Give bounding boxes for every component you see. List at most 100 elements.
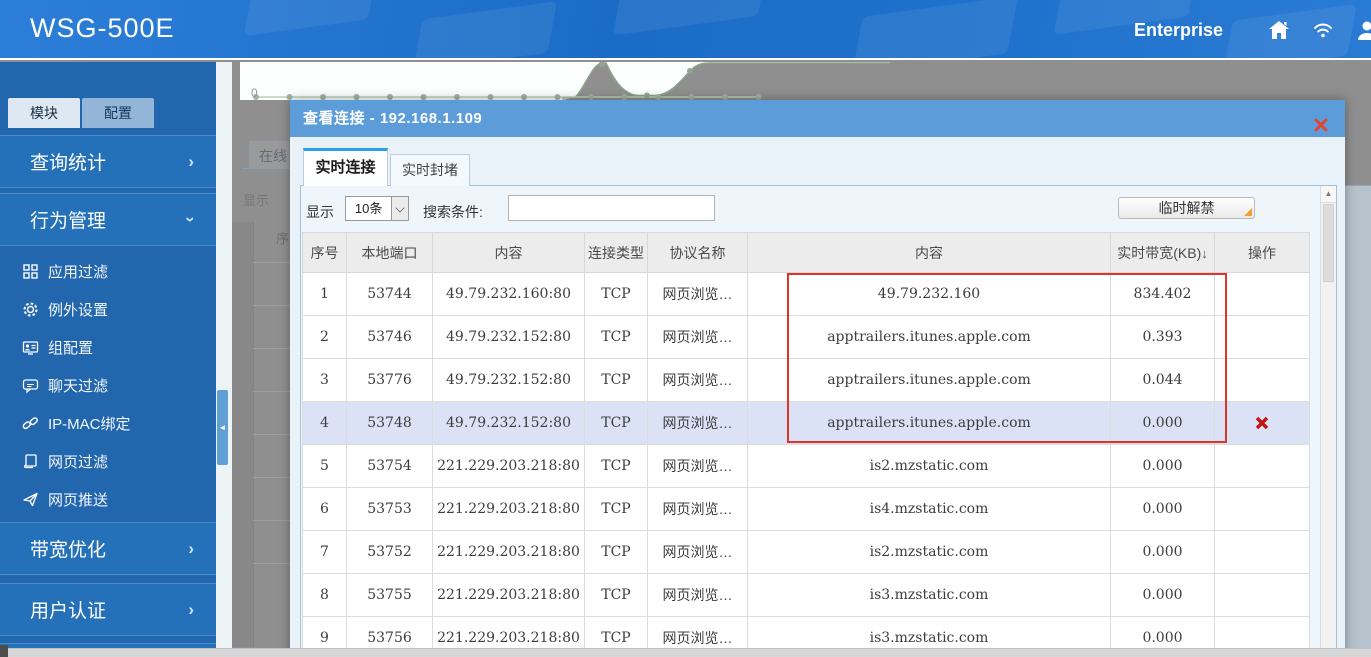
row-port-cell: 53753 bbox=[346, 487, 433, 531]
sidebar-gutter bbox=[216, 62, 232, 657]
row-port-cell: 53748 bbox=[346, 401, 433, 445]
row-local-content-cell: 49.79.232.160:80 bbox=[432, 272, 585, 316]
row-port-cell: 53746 bbox=[346, 315, 433, 359]
row-bandwidth-cell: 0.000 bbox=[1110, 401, 1215, 445]
sidebar-item-chat-filter[interactable]: 聊天过滤 bbox=[0, 366, 216, 404]
row-remote-content-cell: is2.mzstatic.com bbox=[747, 530, 1111, 574]
app-screen: WSG-500E Enterprise 模块 配置 查询统计 › 行为管理 › … bbox=[0, 0, 1371, 657]
table-row[interactable]: 1 53744 49.79.232.160:80 TCP 网页浏览… 49.79.232.… bbox=[302, 272, 1310, 316]
table-row[interactable]: 8 53755 221.229.203.218:80 TCP 网页浏览… is3.mzst… bbox=[302, 573, 1310, 617]
row-seq-cell: 7 bbox=[302, 530, 347, 574]
col-seq: 序号 bbox=[302, 232, 347, 273]
table-row[interactable]: 5 53754 221.229.203.218:80 TCP 网页浏览… is2.mzst… bbox=[302, 444, 1310, 488]
row-action-cell[interactable] bbox=[1214, 401, 1310, 445]
table-row[interactable]: 6 53753 221.229.203.218:80 TCP 网页浏览… is4.mzst… bbox=[302, 487, 1310, 531]
sidebar-item-exception-settings[interactable]: 例外设置 bbox=[0, 290, 216, 328]
sort-descending-icon: ↓ bbox=[1201, 245, 1208, 261]
close-icon[interactable] bbox=[1313, 110, 1329, 132]
sidebar-tab-config[interactable]: 配置 bbox=[82, 98, 154, 128]
row-protocol-cell: 网页浏览… bbox=[647, 487, 748, 531]
row-action-cell bbox=[1214, 358, 1310, 402]
row-action-cell bbox=[1214, 573, 1310, 617]
sidebar-tab-module[interactable]: 模块 bbox=[8, 98, 80, 128]
webpage-icon bbox=[22, 453, 39, 470]
scrollbar-thumb[interactable] bbox=[1323, 204, 1334, 282]
sidebar-section-query-stats[interactable]: 查询统计 › bbox=[0, 135, 216, 188]
page-size-value: 10条 bbox=[354, 201, 383, 216]
product-logo: WSG-500E bbox=[30, 13, 175, 43]
chevron-right-icon: › bbox=[188, 539, 194, 558]
row-port-cell: 53776 bbox=[346, 358, 433, 402]
row-seq-cell: 5 bbox=[302, 444, 347, 488]
collapse-left-icon: ◄ bbox=[218, 423, 227, 432]
row-protocol-cell: 网页浏览… bbox=[647, 573, 748, 617]
dialog-title: 查看连接 - 192.168.1.109 bbox=[303, 110, 483, 127]
connections-table: 序号 本地端口 内容 连接类型 协议名称 内容 实时带宽(KB)↓ 操作 1 53… bbox=[302, 232, 1310, 657]
col-local-port: 本地端口 bbox=[346, 232, 433, 273]
row-bandwidth-cell: 0.000 bbox=[1110, 444, 1215, 488]
select-dropdown-icon bbox=[391, 197, 408, 220]
home-icon[interactable] bbox=[1267, 19, 1291, 41]
tab-realtime-connections[interactable]: 实时连接 bbox=[303, 148, 388, 186]
sidebar-item-web-push[interactable]: 网页推送 bbox=[0, 480, 216, 518]
sidebar-section-behavior-mgmt[interactable]: 行为管理 › bbox=[0, 193, 216, 246]
table-row[interactable]: 4 53748 49.79.232.152:80 TCP 网页浏览… apptrailer… bbox=[302, 401, 1310, 445]
row-port-cell: 53752 bbox=[346, 530, 433, 574]
row-remote-content-cell: 49.79.232.160 bbox=[747, 272, 1111, 316]
col-action: 操作 bbox=[1214, 232, 1310, 273]
row-conn-type-cell: TCP bbox=[584, 358, 648, 402]
row-local-content-cell: 221.229.203.218:80 bbox=[432, 487, 585, 531]
background-online-tab: 在线 bbox=[248, 140, 290, 168]
search-input[interactable] bbox=[508, 195, 715, 221]
row-conn-type-cell: TCP bbox=[584, 573, 648, 617]
row-seq-cell: 6 bbox=[302, 487, 347, 531]
page-size-select[interactable]: 10条 bbox=[345, 196, 409, 221]
delete-connection-icon[interactable] bbox=[1254, 415, 1270, 431]
table-header-row: 序号 本地端口 内容 连接类型 协议名称 内容 实时带宽(KB)↓ 操作 bbox=[302, 232, 1310, 273]
row-local-content-cell: 49.79.232.152:80 bbox=[432, 401, 585, 445]
grid-icon bbox=[22, 263, 39, 280]
panel-scrollbar[interactable]: ▲ bbox=[1320, 186, 1336, 656]
row-remote-content-cell: is3.mzstatic.com bbox=[747, 573, 1111, 617]
wifi-icon[interactable] bbox=[1311, 19, 1335, 41]
dialog-titlebar[interactable]: 查看连接 - 192.168.1.109 bbox=[290, 100, 1345, 137]
row-port-cell: 53754 bbox=[346, 444, 433, 488]
row-conn-type-cell: TCP bbox=[584, 530, 648, 574]
chevron-down-icon: › bbox=[181, 216, 201, 223]
sidebar-section-bandwidth-opt[interactable]: 带宽优化 › bbox=[0, 522, 216, 575]
sidebar-item-app-filter[interactable]: 应用过滤 bbox=[0, 252, 216, 290]
col-bandwidth[interactable]: 实时带宽(KB)↓ bbox=[1110, 232, 1215, 273]
row-conn-type-cell: TCP bbox=[584, 401, 648, 445]
background-seq-header: 序 bbox=[276, 231, 290, 246]
row-protocol-cell: 网页浏览… bbox=[647, 401, 748, 445]
connections-panel: 显示 10条 搜索条件: 临时解禁 序号 本地端口 内容 连接类型 协议名称 内… bbox=[300, 185, 1337, 657]
row-seq-cell: 2 bbox=[302, 315, 347, 359]
scrollbar-up-icon[interactable]: ▲ bbox=[1321, 186, 1336, 203]
temporary-unblock-button[interactable]: 临时解禁 bbox=[1118, 197, 1255, 219]
search-condition-label: 搜索条件: bbox=[423, 204, 483, 220]
tab-realtime-blocking[interactable]: 实时封堵 bbox=[390, 154, 470, 186]
window-horizontal-scrollbar[interactable] bbox=[8, 648, 1371, 657]
display-label: 显示 bbox=[306, 204, 334, 220]
table-row[interactable]: 2 53746 49.79.232.152:80 TCP 网页浏览… apptrailer… bbox=[302, 315, 1310, 359]
row-local-content-cell: 49.79.232.152:80 bbox=[432, 358, 585, 402]
sidebar-collapse-handle[interactable]: ◄ bbox=[217, 390, 228, 465]
sidebar-item-ip-mac-binding[interactable]: IP-MAC绑定 bbox=[0, 404, 216, 442]
row-action-cell bbox=[1214, 444, 1310, 488]
row-bandwidth-cell: 0.044 bbox=[1110, 358, 1215, 402]
col-conn-type: 连接类型 bbox=[584, 232, 648, 273]
row-conn-type-cell: TCP bbox=[584, 272, 648, 316]
row-conn-type-cell: TCP bbox=[584, 444, 648, 488]
top-header-bar: WSG-500E Enterprise bbox=[0, 0, 1371, 60]
sidebar-item-group-config[interactable]: 组配置 bbox=[0, 328, 216, 366]
col-protocol: 协议名称 bbox=[647, 232, 748, 273]
table-row[interactable]: 7 53752 221.229.203.218:80 TCP 网页浏览… is2.mzst… bbox=[302, 530, 1310, 574]
sidebar-item-web-filter[interactable]: 网页过滤 bbox=[0, 442, 216, 480]
sidebar-section-user-auth[interactable]: 用户认证 › bbox=[0, 583, 216, 636]
user-icon[interactable] bbox=[1355, 19, 1371, 41]
row-local-content-cell: 49.79.232.152:80 bbox=[432, 315, 585, 359]
row-seq-cell: 1 bbox=[302, 272, 347, 316]
row-protocol-cell: 网页浏览… bbox=[647, 272, 748, 316]
row-remote-content-cell: is2.mzstatic.com bbox=[747, 444, 1111, 488]
table-row[interactable]: 3 53776 49.79.232.152:80 TCP 网页浏览… apptrailer… bbox=[302, 358, 1310, 402]
